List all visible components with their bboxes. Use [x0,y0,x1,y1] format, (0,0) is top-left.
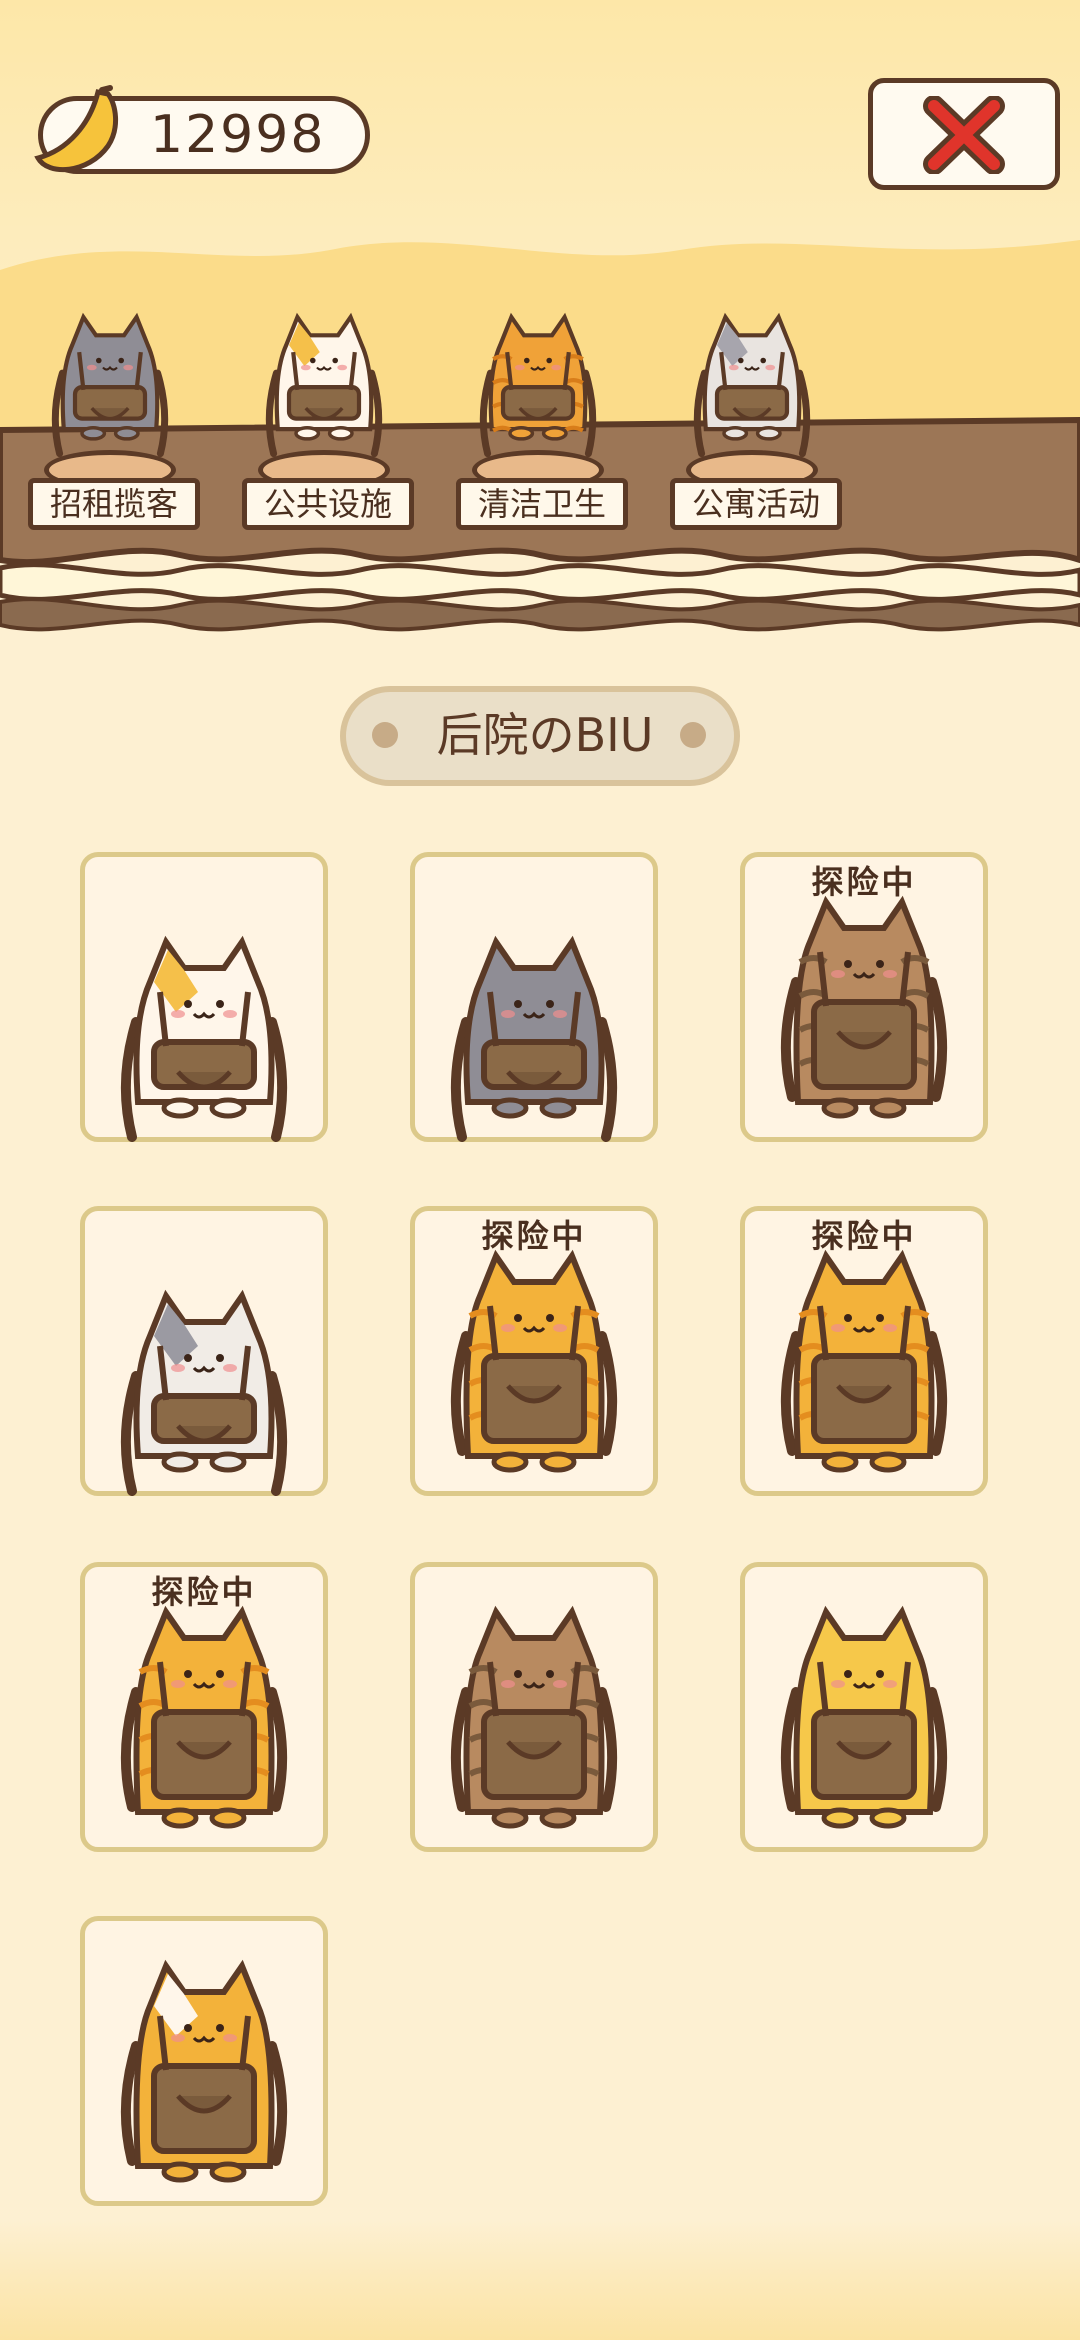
title-dot-left [372,722,398,748]
cat-card[interactable]: 探险中 [740,1206,988,1496]
title-dot-right [680,722,706,748]
cat-tabby-brown-icon [410,1562,658,1852]
cat-card[interactable]: 探险中 [410,1206,658,1496]
cat-card[interactable] [80,1916,328,2206]
bottom-background [0,2220,1080,2340]
cat-card[interactable] [410,852,658,1142]
staff-plaque-label: 招租揽客 [28,478,200,530]
staff-orange-goggles[interactable]: 清洁卫生 [448,290,628,540]
banana-count: 12998 [150,105,326,165]
cat-status-label: 探险中 [811,863,917,901]
staff-cat-icon [665,254,839,460]
cat-gray-white-icon [80,1206,328,1496]
cat-orange-white-icon [80,1916,328,2206]
cat-card[interactable] [80,1206,328,1496]
staff-calico-chef[interactable]: 公共设施 [234,290,414,540]
cat-status-label: 探险中 [481,1217,587,1255]
cat-gray-icon [410,852,658,1142]
staff-plaque-label: 公共设施 [242,478,414,530]
staff-cat-icon [23,254,197,460]
section-title: 后院のBIU [436,708,654,762]
staff-white-jester[interactable]: 公寓活动 [662,290,842,540]
cat-card[interactable]: 探险中 [80,1562,328,1852]
cat-card[interactable] [740,1562,988,1852]
cat-card[interactable] [410,1562,658,1852]
cat-card[interactable]: 探险中 [740,852,988,1142]
staff-cat-icon [451,254,625,460]
staff-plaque-label: 清洁卫生 [456,478,628,530]
cat-card[interactable] [80,852,328,1142]
cat-yellow-icon [740,1562,988,1852]
cat-calico-icon [80,852,328,1142]
close-x-icon [923,96,1005,174]
staff-plaque-label: 公寓活动 [670,478,842,530]
cat-status-label: 探险中 [151,1573,257,1611]
cat-status-label: 探险中 [811,1217,917,1255]
staff-cat-icon [237,254,411,460]
staff-gray-hat[interactable]: 招租揽客 [20,290,200,540]
banana-icon [34,85,118,173]
